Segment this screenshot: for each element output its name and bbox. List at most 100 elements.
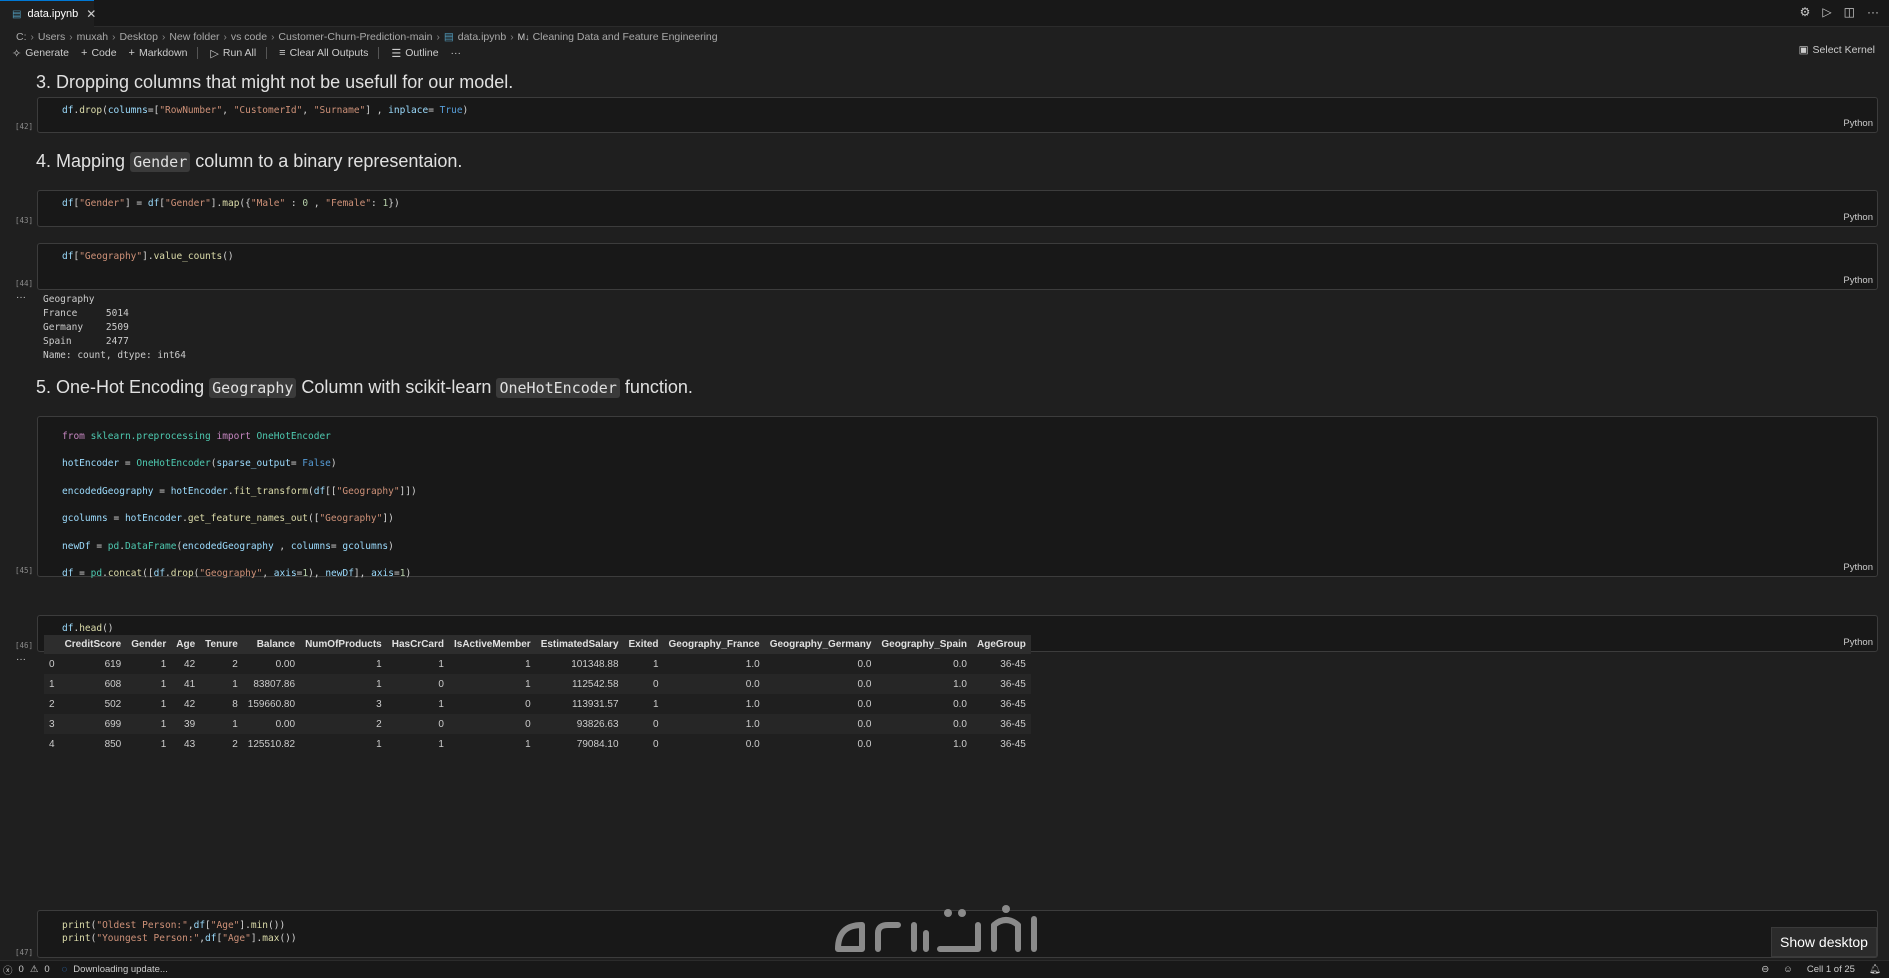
gear-icon[interactable]: ⚙ [1800, 5, 1811, 19]
row-index: 3 [44, 714, 60, 734]
table-cell: 0.0 [876, 694, 972, 714]
cell-language[interactable]: Python [1843, 562, 1873, 573]
table-cell: 36-45 [971, 654, 1031, 674]
zoom-icon[interactable]: ⊖ [1761, 964, 1769, 975]
more-actions-icon[interactable]: ··· [1867, 5, 1879, 19]
add-code-button[interactable]: + Code [81, 47, 117, 59]
notebook-toolbar: ✧ Generate + Code + Markdown ▷ Run All ≡ Clea… [0, 44, 1889, 62]
table-cell: 0.0 [663, 734, 765, 754]
md-text: column to a binary representaion. [190, 151, 463, 171]
md-inline-code: Geography [209, 378, 297, 398]
table-cell: 36-45 [971, 714, 1031, 734]
outline-button[interactable]: ☰ Outline [391, 47, 438, 60]
run-all-button[interactable]: ▷ Run All [210, 47, 256, 60]
tab-data-ipynb[interactable]: ▤ data.ipynb ✕ [0, 0, 96, 27]
table-cell: 36-45 [971, 694, 1031, 714]
plus-icon: + [128, 47, 135, 59]
downloading-status[interactable]: Downloading update... [73, 964, 168, 975]
cell-language[interactable]: Python [1843, 118, 1873, 129]
markdown-cell-5[interactable]: 5. One-Hot Encoding Geography Column wit… [36, 377, 693, 398]
table-cell: 8 [200, 694, 243, 714]
table-cell: 1 [623, 654, 664, 674]
chevron-right-icon: › [162, 31, 166, 43]
add-markdown-button[interactable]: + Markdown [129, 47, 188, 59]
table-cell: 1 [300, 654, 387, 674]
cell-language[interactable]: Python [1843, 275, 1873, 286]
clear-outputs-button[interactable]: ≡ Clear All Outputs [279, 47, 368, 59]
breadcrumb-users[interactable]: Users [38, 31, 65, 43]
table-cell: 619 [59, 654, 127, 674]
execution-count: [47] [15, 948, 34, 957]
run-icon[interactable]: ▷ [1822, 5, 1831, 19]
code-text[interactable]: print("Oldest Person:",df["Age"].min()) … [62, 919, 297, 945]
sparkle-icon: ✧ [12, 47, 22, 60]
generate-button[interactable]: ✧ Generate [12, 47, 69, 60]
warning-count[interactable]: 0 [44, 964, 49, 975]
breadcrumb-drive[interactable]: C: [16, 31, 27, 43]
breadcrumb-desktop[interactable]: Desktop [119, 31, 158, 43]
chevron-right-icon: › [436, 31, 440, 43]
close-icon[interactable]: ✕ [86, 7, 96, 21]
cell-language[interactable]: Python [1843, 212, 1873, 223]
code-cell-43[interactable]: df["Gender"] = df["Gender"].map({"Male" … [37, 190, 1878, 227]
clear-all-icon: ≡ [279, 47, 286, 59]
table-cell: 1 [126, 734, 172, 754]
cell-language[interactable]: Python [1843, 637, 1873, 648]
breadcrumb-section[interactable]: Cleaning Data and Feature Engineering [533, 31, 718, 43]
table-cell: 3 [300, 694, 387, 714]
table-cell: 1 [623, 694, 664, 714]
table-cell: 0.0 [764, 714, 877, 734]
table-cell: 1.0 [663, 714, 765, 734]
breadcrumb-project[interactable]: Customer-Churn-Prediction-main [278, 31, 432, 43]
breadcrumb-vs-code[interactable]: vs code [231, 31, 267, 43]
table-cell: 1 [126, 654, 172, 674]
code-cell-44[interactable]: df["Geography"].value_counts() Python [37, 243, 1878, 290]
breadcrumb-new-folder[interactable]: New folder [169, 31, 219, 43]
table-cell: 0.00 [242, 714, 301, 734]
column-header: Balance [242, 635, 301, 654]
column-header: Tenure [200, 635, 243, 654]
table-header-row: CreditScore Gender Age Tenure Balance NumOfPr… [44, 635, 1031, 654]
error-icon[interactable]: ⓧ [3, 963, 13, 977]
copilot-icon[interactable]: ☺ [1783, 964, 1793, 975]
code-text[interactable]: df.head() [62, 622, 114, 635]
plus-icon: + [81, 47, 88, 59]
tab-label: data.ipynb [27, 8, 79, 20]
column-header [44, 635, 60, 654]
list-icon: ☰ [391, 47, 402, 60]
table-cell: 0.0 [764, 654, 877, 674]
select-kernel-button[interactable]: ▣ Select Kernel [1799, 44, 1875, 56]
table-cell: 2 [200, 734, 243, 754]
table-cell: 699 [59, 714, 127, 734]
code-text[interactable]: df["Geography"].value_counts() [62, 250, 234, 263]
code-cell-45[interactable]: from sklearn.preprocessing import OneHot… [37, 416, 1878, 579]
output-more-icon[interactable]: ··· [16, 292, 26, 303]
split-editor-icon[interactable]: ◫ [1844, 5, 1855, 19]
table-cell: 1 [448, 674, 536, 694]
code-text[interactable]: from sklearn.preprocessing import OneHot… [62, 423, 417, 587]
markdown-cell-3[interactable]: 3. Dropping columns that might not be us… [36, 72, 513, 93]
show-desktop-button[interactable]: Show desktop [1771, 927, 1877, 957]
code-text[interactable]: df["Gender"] = df["Gender"].map({"Male" … [62, 197, 400, 210]
column-header: Exited [623, 635, 664, 654]
output-more-icon[interactable]: ··· [16, 654, 26, 665]
breadcrumb-file[interactable]: data.ipynb [458, 31, 506, 43]
error-count[interactable]: 0 [19, 964, 24, 975]
code-text[interactable]: df.drop(columns=["RowNumber", "CustomerI… [62, 104, 468, 117]
table-cell: 125510.82 [242, 734, 301, 754]
table-cell: 1 [200, 714, 243, 734]
notebook-editor: 3. Dropping columns that might not be us… [0, 62, 1889, 960]
cell-position[interactable]: Cell 1 of 25 [1807, 964, 1855, 975]
warning-icon[interactable]: ⚠ [30, 964, 39, 975]
row-index: 1 [44, 674, 60, 694]
execution-count: [43] [15, 216, 34, 225]
markdown-cell-4[interactable]: 4. Mapping Gender column to a binary rep… [36, 151, 462, 172]
table-cell: 42 [171, 654, 201, 674]
breadcrumb-user[interactable]: muxah [77, 31, 109, 43]
more-toolbar-button[interactable]: ··· [451, 47, 462, 59]
tab-bar: ▤ data.ipynb ✕ ⚙ ▷ ◫ ··· [0, 0, 1889, 27]
watermark-logo [835, 905, 1037, 952]
bell-icon[interactable]: 🔔︎ [1869, 964, 1881, 975]
table-cell: 101348.88 [535, 654, 624, 674]
code-cell-42[interactable]: df.drop(columns=["RowNumber", "CustomerI… [37, 97, 1878, 133]
